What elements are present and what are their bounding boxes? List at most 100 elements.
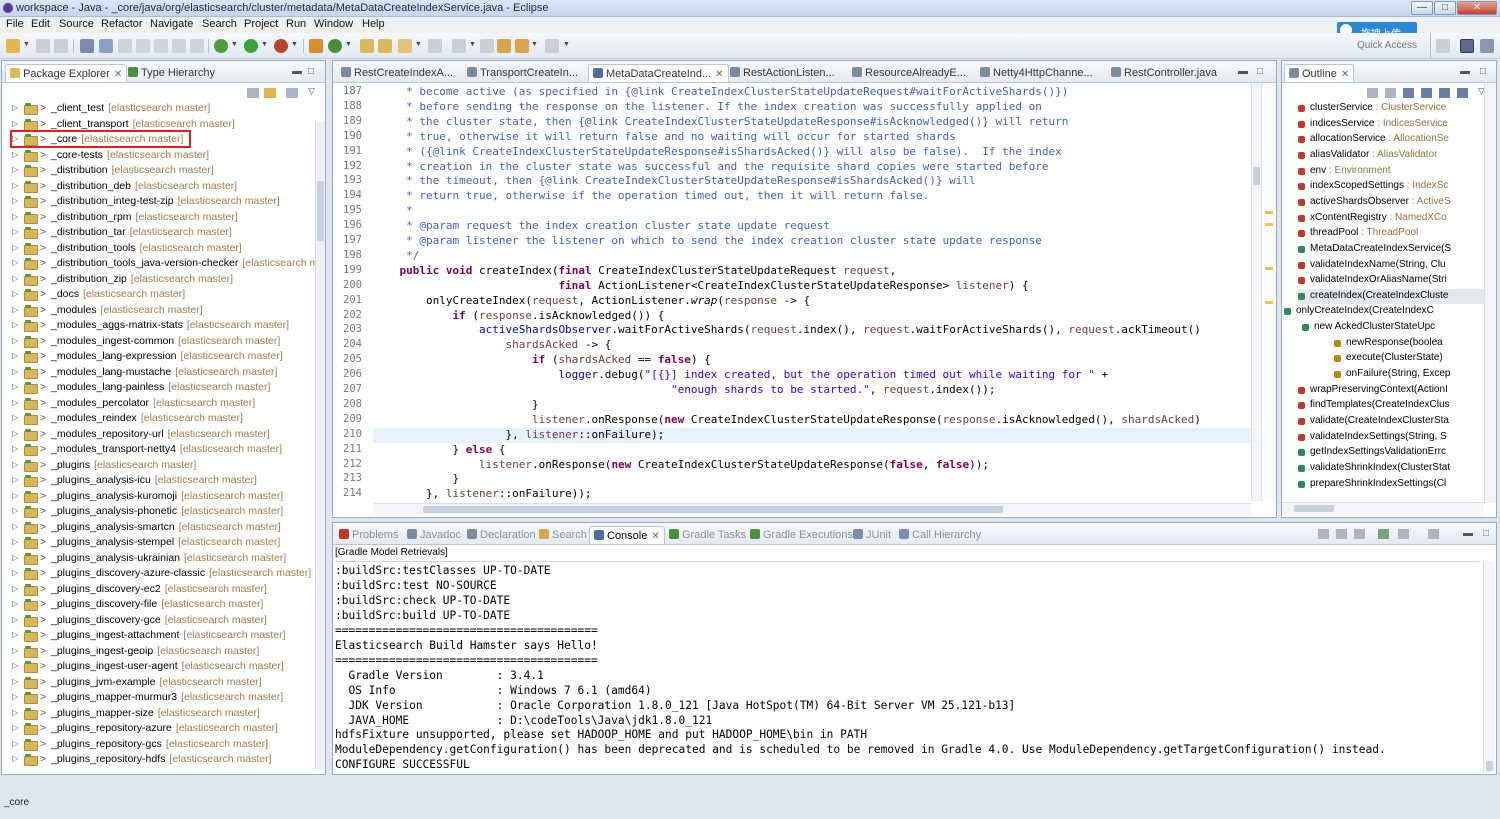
tree-item-project[interactable]: ▷ > _plugins_mapper-size [elasticsearch mas… (2, 706, 322, 722)
expand-arrow-icon[interactable]: ▷ (12, 537, 18, 546)
expand-arrow-icon[interactable]: ▷ (12, 522, 18, 531)
code-line[interactable]: } (373, 472, 459, 487)
expand-arrow-icon[interactable]: ▷ (12, 103, 18, 112)
new-java-project-icon[interactable] (309, 39, 323, 53)
scroll-lock-icon[interactable] (1336, 529, 1347, 539)
code-line[interactable]: * creation in the cluster state was succ… (373, 160, 1048, 175)
expand-arrow-icon[interactable]: ▷ (12, 661, 18, 670)
tab-search[interactable]: Search (535, 526, 591, 544)
code-line[interactable]: if (response.isAcknowledged()) { (373, 309, 664, 324)
expand-arrow-icon[interactable]: ▷ (12, 165, 18, 174)
expand-arrow-icon[interactable]: ▷ (12, 212, 18, 221)
expand-arrow-icon[interactable]: ▷ (12, 429, 18, 438)
code-line[interactable]: * the cluster state, then {@link CreateI… (373, 115, 1068, 130)
tree-item-project[interactable]: ▷ > _modules_ingest-common [elasticsearch m… (2, 334, 322, 350)
tree-item-project[interactable]: ▷ > _modules_repository-url [elasticsearch … (2, 427, 322, 443)
pin-console-icon[interactable] (1378, 529, 1389, 539)
tree-item-project[interactable]: ▷ > _plugins_analysis-kuromoji [elasticsear… (2, 489, 322, 505)
tree-item-project[interactable]: ▷ > _modules [elasticsearch master] (2, 303, 322, 319)
run-icon[interactable] (244, 39, 258, 53)
tab-problems[interactable]: Problems (335, 526, 402, 544)
tree-item-project[interactable]: ▷ > _plugins_analysis-stempel [elasticsearc… (2, 535, 322, 551)
view-filter-icon[interactable] (286, 88, 298, 98)
tab-gradle-executions[interactable]: Gradle Executions (746, 526, 857, 544)
menu-navigate[interactable]: Navigate (150, 18, 193, 30)
tree-item-project[interactable]: ▷ > _plugins_repository-azure [elasticsearc… (2, 721, 322, 737)
open-type-icon[interactable] (360, 39, 374, 53)
code-line[interactable]: * true, otherwise it will return false a… (373, 130, 956, 145)
search-dropdown-icon[interactable]: ▼ (415, 41, 422, 48)
editor-vertical-scrollbar[interactable] (1251, 83, 1261, 501)
collapse-all-icon[interactable] (247, 88, 259, 98)
minimize-console-icon[interactable]: ▬ (1463, 528, 1473, 539)
tree-item-project[interactable]: ▷ > _modules_reindex [elasticsearch master] (2, 411, 322, 427)
hide-nonpublic-icon[interactable] (1439, 88, 1450, 98)
maximize-view-icon[interactable]: □ (308, 66, 314, 77)
tab-javadoc[interactable]: Javadoc (403, 526, 465, 544)
tree-item-project[interactable]: ▷ > _plugins_ingest-geoip [elasticsearch ma… (2, 644, 322, 660)
expand-arrow-icon[interactable]: ▷ (12, 692, 18, 701)
use-step-filters-icon[interactable] (190, 39, 204, 53)
expand-arrow-icon[interactable]: ▷ (12, 181, 18, 190)
next-annotation-icon[interactable] (452, 39, 466, 53)
tree-item-project[interactable]: ▷ > _plugins_discovery-azure-classic [elast… (2, 566, 322, 582)
close-button[interactable]: ✕ (1457, 1, 1497, 15)
expand-arrow-icon[interactable]: ▷ (12, 708, 18, 717)
tree-item-project[interactable]: ▷ > _distribution_tools_java-version-check… (2, 256, 322, 272)
code-line[interactable]: * ({@link CreateIndexClusterStateUpdateR… (373, 145, 1062, 160)
external-tools-dropdown-icon[interactable]: ▼ (291, 41, 298, 48)
tree-item-project[interactable]: ▷ > _modules_percolator [elasticsearch mast… (2, 396, 322, 412)
outline-horizontal-scrollbar[interactable] (1282, 502, 1484, 515)
menu-file[interactable]: File (6, 18, 24, 30)
code-line[interactable]: } (373, 398, 539, 413)
step-into-icon[interactable] (118, 39, 132, 53)
menu-refactor[interactable]: Refactor (101, 18, 143, 30)
tab-editor-5[interactable]: ResourceAlreadyE... (848, 64, 970, 82)
tree-item-project[interactable]: ▷ > _core-tests [elasticsearch master] (2, 148, 322, 164)
tab-console[interactable]: Console ✕ (589, 526, 665, 544)
tab-editor-6[interactable]: Netty4HttpChanne... (976, 64, 1097, 82)
expand-arrow-icon[interactable]: ▷ (12, 258, 18, 267)
expand-arrow-icon[interactable]: ▷ (12, 491, 18, 500)
code-line[interactable]: * @param listener the listener on which … (373, 234, 1042, 249)
menu-window[interactable]: Window (314, 18, 353, 30)
maximize-editor-icon[interactable]: □ (1257, 66, 1263, 77)
tree-item-project[interactable]: ▷ > _plugins_discovery-gce [elasticsearch m… (2, 613, 322, 629)
tab-declaration[interactable]: Declaration (463, 526, 540, 544)
expand-arrow-icon[interactable]: ▷ (12, 568, 18, 577)
code-line[interactable]: * return true, otherwise if the operatio… (373, 189, 929, 204)
tree-item-project[interactable]: ▷ > _distribution [elasticsearch master] (2, 163, 322, 179)
code-line[interactable]: "enough shards to be started.", request.… (373, 383, 996, 398)
toggle-mark-icon[interactable] (428, 39, 442, 53)
new-icon[interactable] (6, 39, 20, 53)
expand-arrow-icon[interactable]: ▷ (12, 367, 18, 376)
code-line[interactable]: */ (373, 249, 419, 264)
new-dropdown-icon[interactable]: ▼ (23, 41, 30, 48)
back-dropdown-icon[interactable]: ▼ (531, 41, 538, 48)
close-tab-icon[interactable]: ✕ (715, 69, 723, 80)
editor-horizontal-scrollbar[interactable] (373, 503, 1251, 515)
code-line[interactable]: * (373, 204, 413, 219)
last-edit-icon[interactable] (497, 39, 511, 53)
tree-item-project[interactable]: ▷ > _modules_aggs-matrix-stats [elasticsear… (2, 318, 322, 334)
quick-access-field[interactable]: Quick Access (1357, 40, 1421, 53)
menu-project[interactable]: Project (244, 18, 278, 30)
tab-editor-2[interactable]: TransportCreateIn... (463, 64, 582, 82)
tree-item-project[interactable]: ▷ > _docs [elasticsearch master] (2, 287, 322, 303)
close-tab-icon[interactable]: ✕ (651, 531, 659, 542)
outline-vertical-scrollbar[interactable] (1484, 83, 1496, 503)
tree-item-project[interactable]: ▷ > _plugins_analysis-icu [elasticsearch ma… (2, 473, 322, 489)
menu-run[interactable]: Run (286, 18, 306, 30)
debug-dropdown-icon[interactable]: ▼ (231, 41, 238, 48)
code-line[interactable]: public void createIndex(final CreateInde… (373, 264, 897, 279)
code-line[interactable]: shardsAcked -> { (373, 338, 611, 353)
tree-item-project[interactable]: ▷ > _plugins_repository-gcs [elasticsearch … (2, 737, 322, 753)
maximize-console-icon[interactable]: □ (1483, 528, 1489, 539)
tab-outline[interactable]: Outline ✕ (1284, 64, 1355, 82)
expand-arrow-icon[interactable]: ▷ (12, 630, 18, 639)
expand-arrow-icon[interactable]: ▷ (12, 677, 18, 686)
previous-annotation-icon[interactable] (480, 39, 494, 53)
sort-icon[interactable] (1385, 88, 1396, 98)
tree-item-project[interactable]: ▷ > _distribution_deb [elasticsearch master… (2, 179, 322, 195)
minimize-outline-icon[interactable]: ▬ (1460, 66, 1470, 77)
